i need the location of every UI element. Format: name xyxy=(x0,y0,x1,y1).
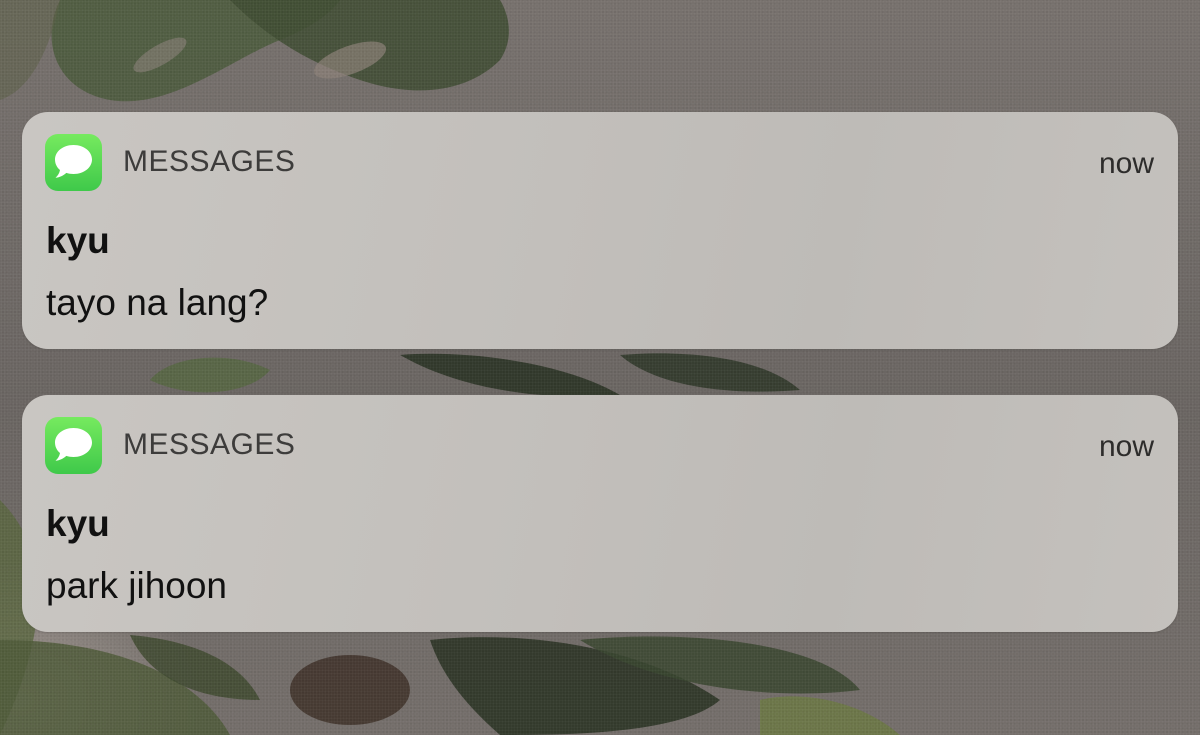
app-name: MESSAGES xyxy=(123,428,296,461)
app-name: MESSAGES xyxy=(123,145,296,178)
messages-app-icon xyxy=(45,134,102,191)
sender-name: kyu xyxy=(46,503,110,544)
messages-app-icon xyxy=(45,417,102,474)
speech-bubble-icon xyxy=(55,145,92,178)
notification-time: now xyxy=(1098,147,1154,180)
sender-name: kyu xyxy=(46,220,110,261)
notification-card[interactable]: MESSAGES now kyu tayo na lang? xyxy=(22,112,1178,349)
message-preview: tayo na lang? xyxy=(46,282,269,323)
speech-bubble-icon xyxy=(55,428,92,461)
notification-card[interactable]: MESSAGES now kyu park jihoon xyxy=(22,395,1178,632)
message-preview: park jihoon xyxy=(46,565,228,606)
notification-time: now xyxy=(1098,430,1154,463)
